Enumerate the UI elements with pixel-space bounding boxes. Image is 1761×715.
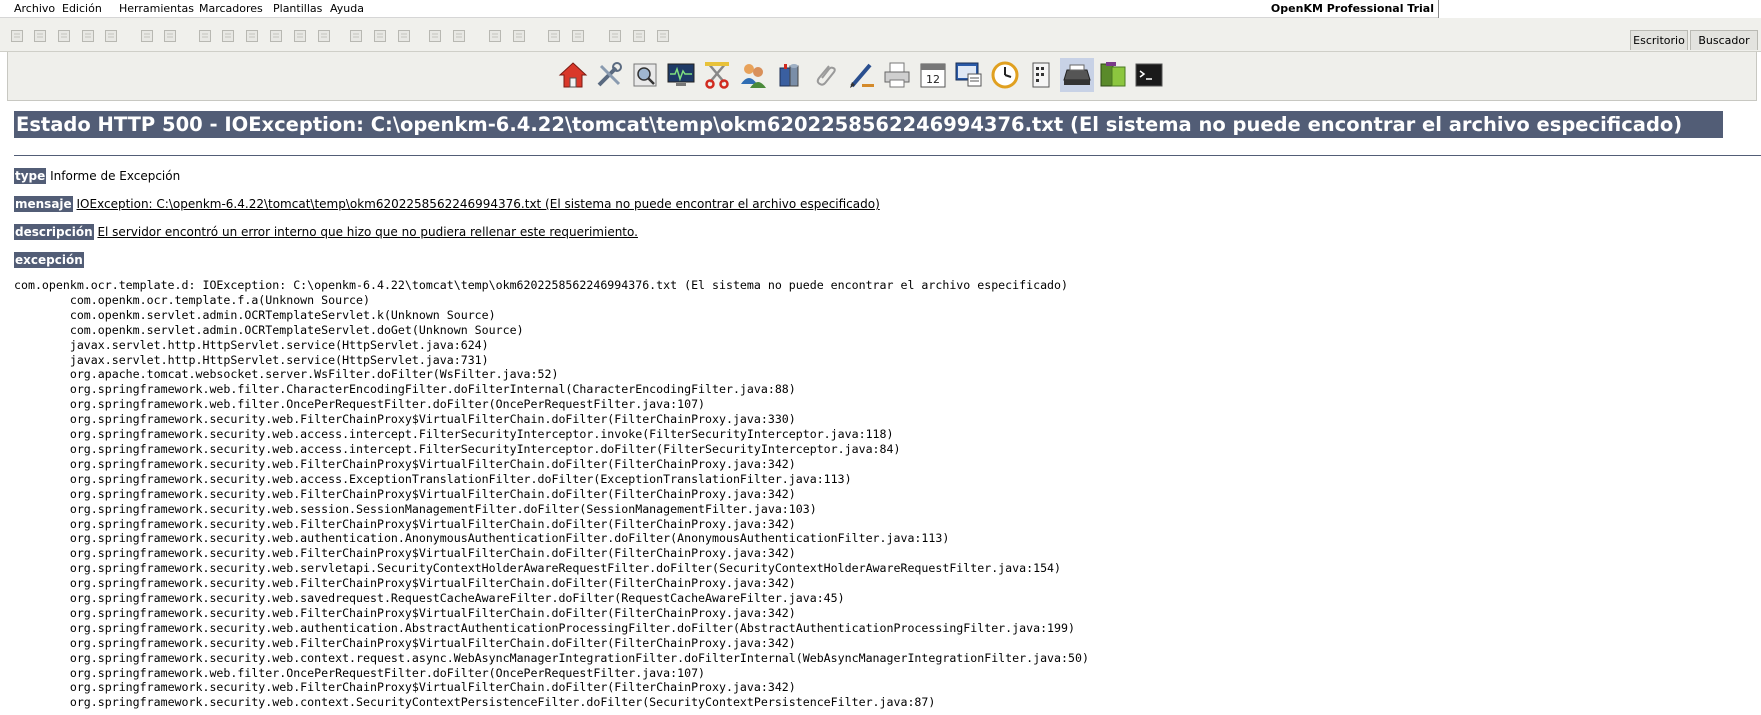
scissors-icon[interactable] xyxy=(700,58,734,92)
descripcion-label: descripción xyxy=(14,224,94,240)
workflow-icon[interactable] xyxy=(952,58,986,92)
toolbar-disabled-icon[interactable] xyxy=(397,29,412,43)
type-value: Informe de Excepción xyxy=(50,169,181,183)
toolbar-disabled-icon[interactable] xyxy=(452,29,467,43)
calendar-day-text: 12 xyxy=(926,73,940,86)
toolbar-disabled-icon[interactable] xyxy=(245,29,260,43)
toolbar-disabled-icon[interactable] xyxy=(488,29,503,43)
printer-icon[interactable] xyxy=(880,58,914,92)
database-icon[interactable] xyxy=(772,58,806,92)
error-title: Estado HTTP 500 - IOException: C:\openkm… xyxy=(14,111,1723,138)
tab-escritorio[interactable]: Escritorio xyxy=(1630,30,1688,50)
toolbar-disabled-icon[interactable] xyxy=(221,29,236,43)
toolbar-disabled-icon[interactable] xyxy=(428,29,443,43)
toolbar-disabled-icon[interactable] xyxy=(349,29,364,43)
menu-edicion[interactable]: Edición xyxy=(62,2,102,15)
menu-bar: Archivo Edición Herramientas Marcadores … xyxy=(0,0,1761,19)
toolbar-disabled-icon[interactable] xyxy=(57,29,72,43)
search-icon[interactable] xyxy=(628,58,662,92)
calendar-icon[interactable]: 12 xyxy=(916,58,950,92)
toolbar-disabled-icon[interactable] xyxy=(104,29,119,43)
small-toolbar: Escritorio Buscador xyxy=(0,18,1761,52)
pen-icon[interactable] xyxy=(844,58,878,92)
product-name: OpenKM Professional Trial xyxy=(1270,2,1434,15)
type-row: type Informe de Excepción xyxy=(14,168,181,184)
excepcion-label: excepción xyxy=(14,252,84,268)
menu-herramientas[interactable]: Herramientas xyxy=(119,2,194,15)
toolbar-disabled-icon[interactable] xyxy=(317,29,332,43)
home-icon[interactable] xyxy=(556,58,590,92)
toolbar-disabled-icon[interactable] xyxy=(269,29,284,43)
toolbar-disabled-icon[interactable] xyxy=(10,29,25,43)
top-search-input[interactable] xyxy=(1438,0,1761,19)
mensaje-row: mensaje IOException: C:\openkm-6.4.22\to… xyxy=(14,196,880,212)
toolbar-disabled-icon[interactable] xyxy=(198,29,213,43)
menu-marcadores[interactable]: Marcadores xyxy=(199,2,263,15)
toolbar-disabled-icon[interactable] xyxy=(140,29,155,43)
mensaje-value: IOException: C:\openkm-6.4.22\tomcat\tem… xyxy=(76,197,880,211)
toolbar-disabled-icon[interactable] xyxy=(608,29,623,43)
toolbar-disabled-icon[interactable] xyxy=(293,29,308,43)
scanner-icon[interactable] xyxy=(1060,58,1094,92)
toolbar-disabled-icon[interactable] xyxy=(547,29,562,43)
excepcion-row: excepción xyxy=(14,252,84,268)
tools-icon[interactable] xyxy=(592,58,626,92)
toolbar-disabled-icon[interactable] xyxy=(656,29,671,43)
menu-plantillas[interactable]: Plantillas xyxy=(273,2,322,15)
toolbar-disabled-icon[interactable] xyxy=(512,29,527,43)
terminal-icon[interactable] xyxy=(1132,58,1166,92)
users-icon[interactable] xyxy=(736,58,770,92)
clock-icon[interactable] xyxy=(988,58,1022,92)
mensaje-label: mensaje xyxy=(14,196,73,212)
descripcion-row: descripción El servidor encontró un erro… xyxy=(14,224,638,240)
menu-ayuda[interactable]: Ayuda xyxy=(330,2,364,15)
menu-archivo[interactable]: Archivo xyxy=(14,2,55,15)
tab-buscador[interactable]: Buscador xyxy=(1690,30,1758,50)
error-page: Estado HTTP 500 - IOException: C:\openkm… xyxy=(14,111,1761,138)
toolbar-disabled-icon[interactable] xyxy=(163,29,178,43)
toolbar-disabled-icon[interactable] xyxy=(373,29,388,43)
paperclip-icon[interactable] xyxy=(808,58,842,92)
descripcion-value: El servidor encontró un error interno qu… xyxy=(97,225,638,239)
toolbar-disabled-icon[interactable] xyxy=(632,29,647,43)
type-label: type xyxy=(14,168,47,184)
toolbar-disabled-icon[interactable] xyxy=(81,29,96,43)
admin-toolbar: 12 xyxy=(7,52,1757,101)
toolbar-disabled-icon[interactable] xyxy=(33,29,48,43)
monitor-icon[interactable] xyxy=(664,58,698,92)
stack-trace: com.openkm.ocr.template.d: IOException: … xyxy=(14,278,1089,710)
list-icon[interactable] xyxy=(1024,58,1058,92)
divider xyxy=(14,155,1761,156)
folder-icon[interactable] xyxy=(1096,58,1130,92)
toolbar-disabled-icon[interactable] xyxy=(571,29,586,43)
